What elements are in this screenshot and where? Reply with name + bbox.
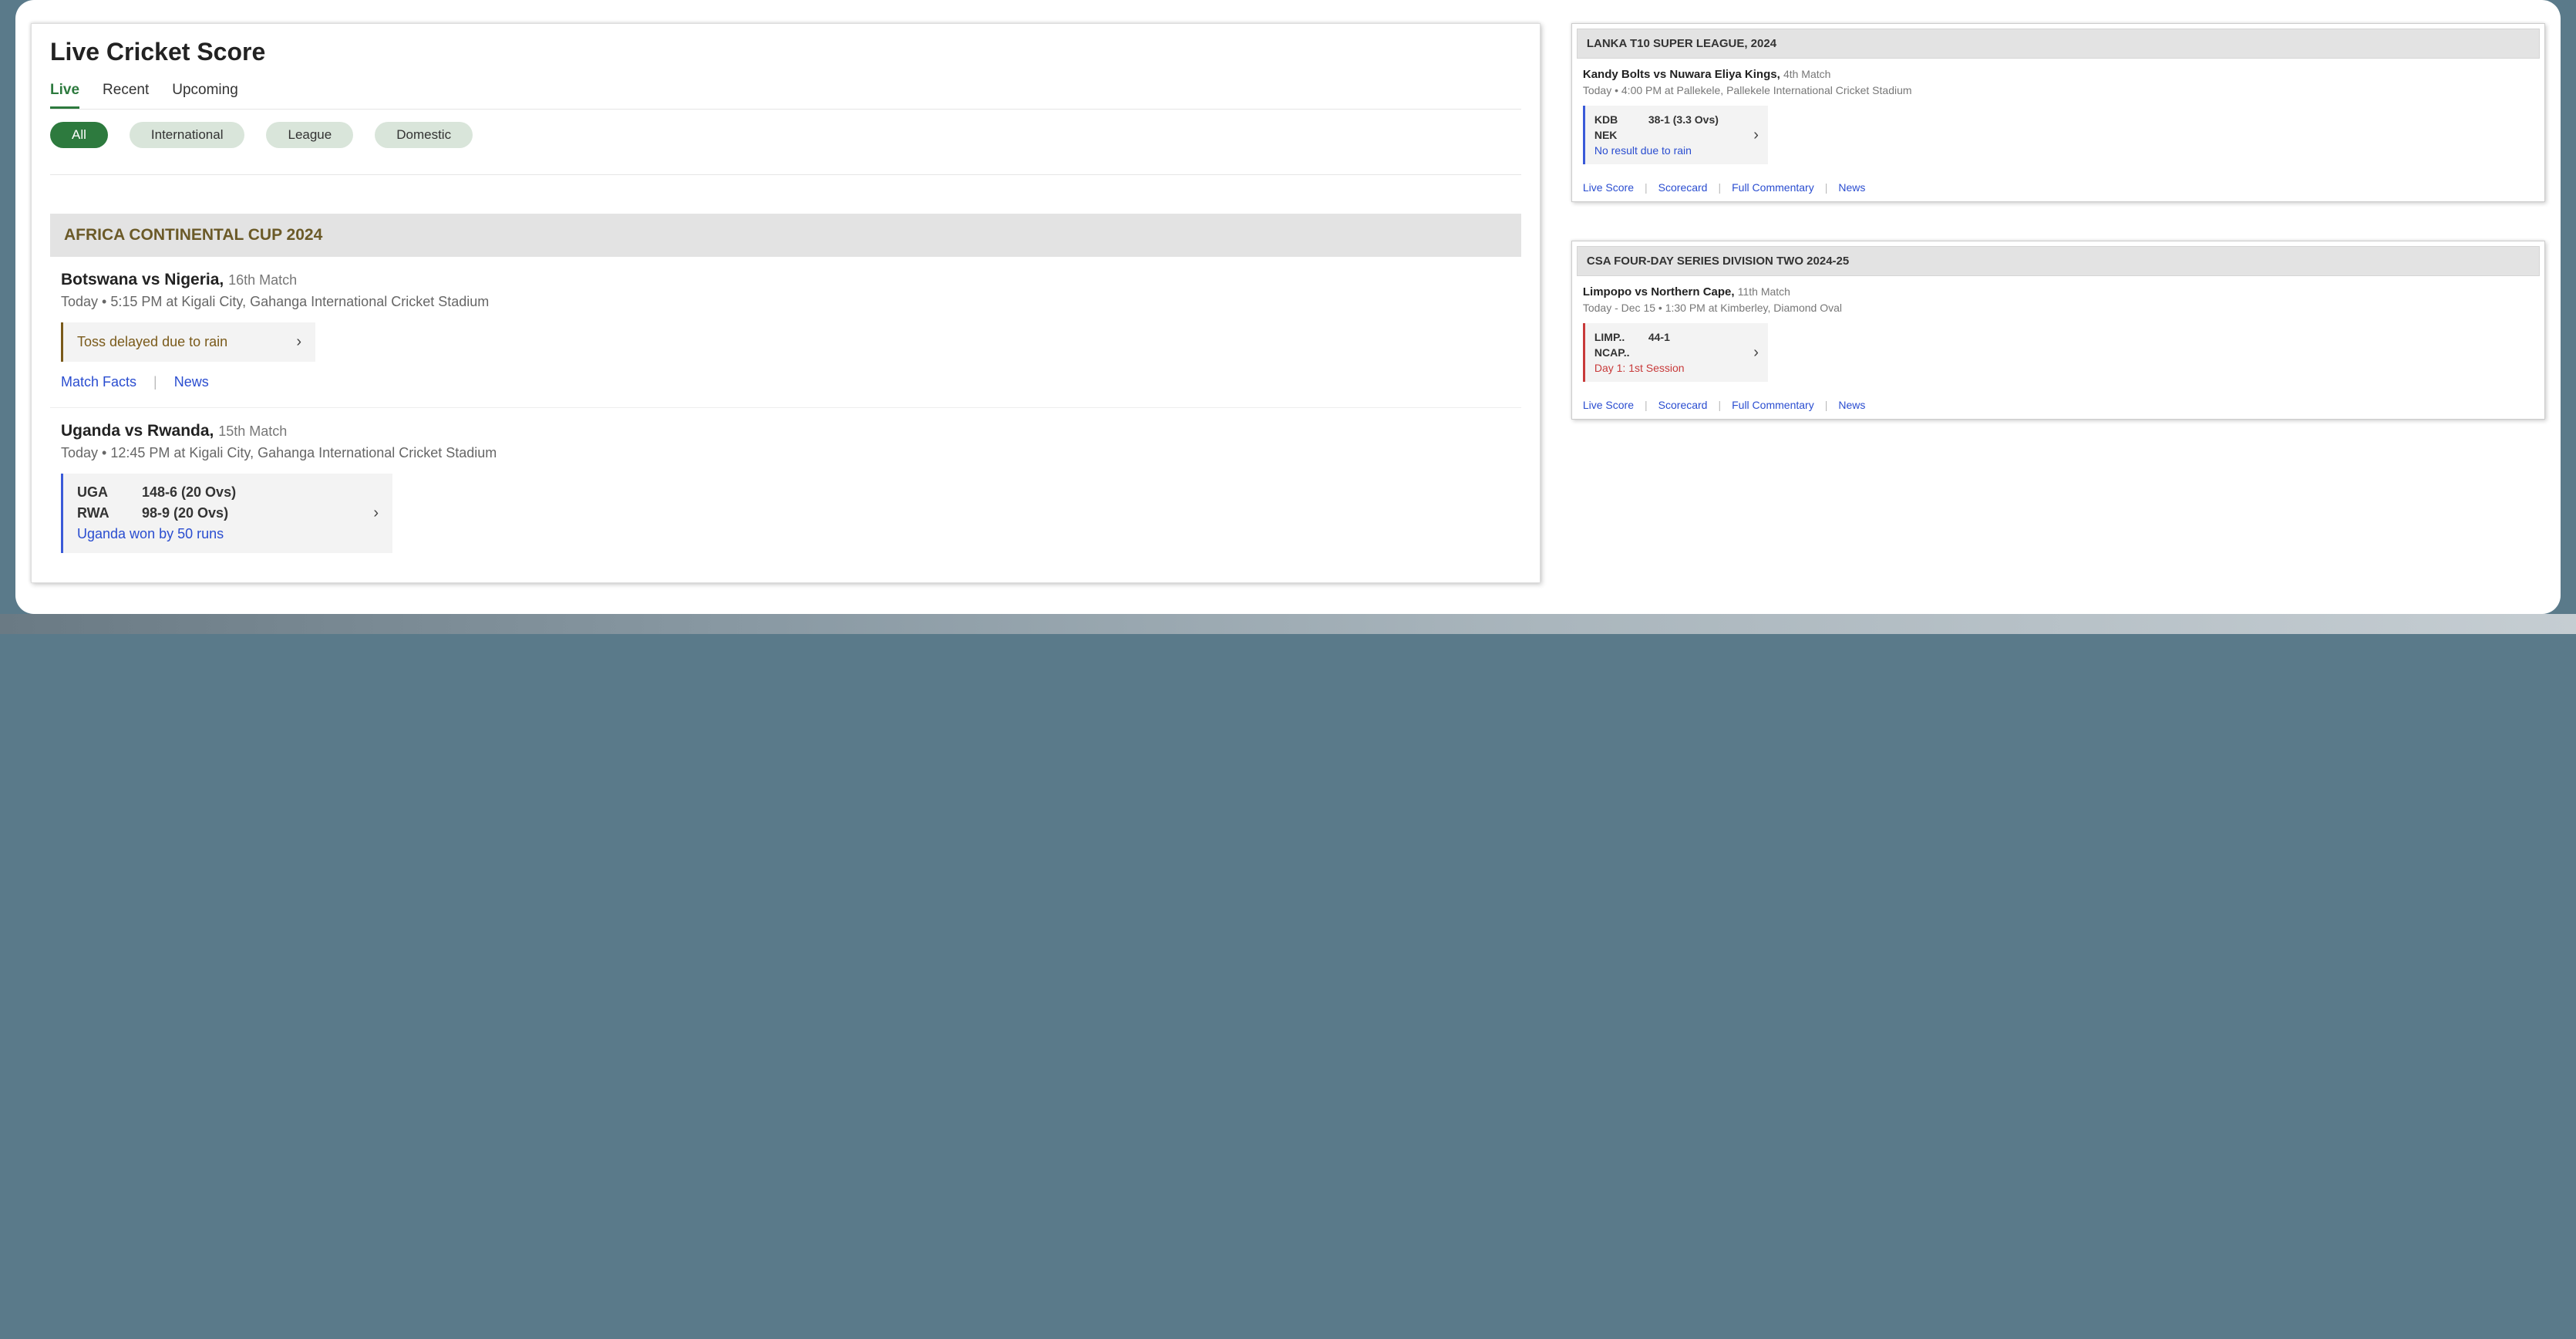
page-title: Live Cricket Score bbox=[50, 38, 1521, 66]
score-status: Toss delayed due to rain bbox=[77, 334, 227, 350]
side-series-header[interactable]: LANKA T10 SUPER LEAGUE, 2024 bbox=[1577, 29, 2540, 59]
side-score-box[interactable]: LIMP.. 44-1 NCAP.. Day 1: 1st Session › bbox=[1583, 323, 1768, 382]
main-card: Live Cricket Score Live Recent Upcoming Al… bbox=[31, 23, 1541, 583]
team-score: 148-6 (20 Ovs) bbox=[142, 484, 236, 501]
score-box[interactable]: Toss delayed due to rain › bbox=[61, 322, 315, 362]
match-sub: Today • 12:45 PM at Kigali City, Gahanga… bbox=[61, 445, 1510, 461]
match-links: Match Facts | News bbox=[61, 374, 1510, 390]
score-line: RWA 98-9 (20 Ovs) bbox=[77, 505, 236, 521]
chevron-right-icon: › bbox=[296, 333, 301, 351]
tab-upcoming[interactable]: Upcoming bbox=[172, 77, 238, 109]
match-sub: Today • 5:15 PM at Kigali City, Gahanga … bbox=[61, 294, 1510, 310]
tab-recent[interactable]: Recent bbox=[103, 77, 149, 109]
series-block: AFRICA CONTINENTAL CUP 2024 Botswana vs … bbox=[50, 175, 1521, 582]
side-score-line: NCAP.. bbox=[1594, 346, 1685, 359]
side-score-lines: KDB 38-1 (3.3 Ovs) NEK bbox=[1594, 113, 1719, 141]
chevron-right-icon: › bbox=[1753, 126, 1759, 144]
side-teams: Limpopo vs Northern Cape, bbox=[1583, 285, 1738, 298]
pill-row: All International League Domestic bbox=[50, 110, 1521, 175]
side-series-header[interactable]: CSA FOUR-DAY SERIES DIVISION TWO 2024-25 bbox=[1577, 246, 2540, 276]
side-card: CSA FOUR-DAY SERIES DIVISION TWO 2024-25… bbox=[1571, 241, 2545, 420]
link-full-commentary[interactable]: Full Commentary bbox=[1732, 399, 1814, 411]
right-column: LANKA T10 SUPER LEAGUE, 2024 Kandy Bolts … bbox=[1571, 23, 2545, 420]
link-match-facts[interactable]: Match Facts bbox=[61, 374, 136, 390]
side-card: LANKA T10 SUPER LEAGUE, 2024 Kandy Bolts … bbox=[1571, 23, 2545, 202]
team-abbr: NCAP.. bbox=[1594, 346, 1635, 359]
side-links: Live Score | Scorecard | Full Commentary | New… bbox=[1572, 399, 2544, 411]
tab-live[interactable]: Live bbox=[50, 77, 79, 109]
side-result: Day 1: 1st Session bbox=[1594, 362, 1685, 374]
filter-pill-domestic[interactable]: Domestic bbox=[375, 122, 473, 148]
match-title[interactable]: Uganda vs Rwanda, 15th Match bbox=[61, 422, 1510, 440]
side-score-line: LIMP.. 44-1 bbox=[1594, 331, 1685, 343]
left-column: Live Cricket Score Live Recent Upcoming Al… bbox=[31, 23, 1541, 583]
score-box[interactable]: UGA 148-6 (20 Ovs) RWA 98-9 (20 Ovs) Uganda … bbox=[61, 474, 392, 553]
side-score-lines: LIMP.. 44-1 NCAP.. bbox=[1594, 331, 1685, 359]
match-title[interactable]: Botswana vs Nigeria, 16th Match bbox=[61, 271, 1510, 289]
link-separator: | bbox=[1825, 399, 1828, 411]
team-score: 98-9 (20 Ovs) bbox=[142, 505, 228, 521]
match-teams: Botswana vs Nigeria, bbox=[61, 271, 228, 288]
link-news[interactable]: News bbox=[1838, 399, 1865, 411]
side-meta: 11th Match bbox=[1738, 285, 1790, 298]
top-tabs: Live Recent Upcoming bbox=[50, 77, 1521, 110]
team-score: 44-1 bbox=[1648, 331, 1670, 343]
match-meta: 15th Match bbox=[218, 423, 287, 439]
link-scorecard[interactable]: Scorecard bbox=[1658, 181, 1708, 194]
side-result: No result due to rain bbox=[1594, 144, 1719, 157]
main-card-inner: Live Cricket Score Live Recent Upcoming Al… bbox=[32, 24, 1540, 582]
team-score: 38-1 (3.3 Ovs) bbox=[1648, 113, 1719, 126]
chevron-right-icon: › bbox=[373, 504, 379, 522]
bottom-decorative-strip bbox=[0, 614, 2576, 634]
link-separator: | bbox=[1718, 181, 1721, 194]
side-sub: Today - Dec 15 • 1:30 PM at Kimberley, D… bbox=[1583, 302, 2534, 314]
match-meta: 16th Match bbox=[228, 272, 297, 288]
match-block: Botswana vs Nigeria, 16th Match Today • 5… bbox=[50, 257, 1521, 408]
side-match-title[interactable]: Limpopo vs Northern Cape, 11th Match bbox=[1583, 285, 2534, 298]
link-news[interactable]: News bbox=[174, 374, 209, 390]
link-live-score[interactable]: Live Score bbox=[1583, 399, 1634, 411]
side-links: Live Score | Scorecard | Full Commentary | New… bbox=[1572, 181, 2544, 194]
team-abbr: RWA bbox=[77, 505, 123, 521]
link-full-commentary[interactable]: Full Commentary bbox=[1732, 181, 1814, 194]
score-line: UGA 148-6 (20 Ovs) bbox=[77, 484, 236, 501]
link-separator: | bbox=[1718, 399, 1721, 411]
side-body: Limpopo vs Northern Cape, 11th Match Toda… bbox=[1572, 281, 2544, 399]
filter-pill-all[interactable]: All bbox=[50, 122, 108, 148]
link-separator: | bbox=[1645, 399, 1648, 411]
side-teams: Kandy Bolts vs Nuwara Eliya Kings, bbox=[1583, 68, 1783, 81]
side-sub: Today • 4:00 PM at Pallekele, Pallekele … bbox=[1583, 84, 2534, 96]
match-teams: Uganda vs Rwanda, bbox=[61, 422, 218, 440]
link-separator: | bbox=[153, 374, 157, 390]
side-meta: 4th Match bbox=[1783, 68, 1830, 80]
filter-pill-international[interactable]: International bbox=[130, 122, 245, 148]
team-abbr: LIMP.. bbox=[1594, 331, 1635, 343]
match-block: Uganda vs Rwanda, 15th Match Today • 12:4… bbox=[50, 408, 1521, 582]
series-header[interactable]: AFRICA CONTINENTAL CUP 2024 bbox=[50, 214, 1521, 257]
page-container: Live Cricket Score Live Recent Upcoming Al… bbox=[15, 0, 2561, 614]
link-scorecard[interactable]: Scorecard bbox=[1658, 399, 1708, 411]
side-score-line: NEK bbox=[1594, 129, 1719, 141]
side-body: Kandy Bolts vs Nuwara Eliya Kings, 4th M… bbox=[1572, 63, 2544, 181]
team-abbr: KDB bbox=[1594, 113, 1635, 126]
chevron-right-icon: › bbox=[1753, 344, 1759, 362]
side-score-box[interactable]: KDB 38-1 (3.3 Ovs) NEK No result due to rai… bbox=[1583, 106, 1768, 164]
link-live-score[interactable]: Live Score bbox=[1583, 181, 1634, 194]
team-abbr: NEK bbox=[1594, 129, 1635, 141]
team-abbr: UGA bbox=[77, 484, 123, 501]
side-match-title[interactable]: Kandy Bolts vs Nuwara Eliya Kings, 4th M… bbox=[1583, 68, 2534, 81]
filter-pill-league[interactable]: League bbox=[266, 122, 353, 148]
score-result: Uganda won by 50 runs bbox=[77, 526, 236, 542]
link-separator: | bbox=[1825, 181, 1828, 194]
side-score-line: KDB 38-1 (3.3 Ovs) bbox=[1594, 113, 1719, 126]
link-separator: | bbox=[1645, 181, 1648, 194]
link-news[interactable]: News bbox=[1838, 181, 1865, 194]
score-lines: UGA 148-6 (20 Ovs) RWA 98-9 (20 Ovs) bbox=[77, 484, 236, 521]
